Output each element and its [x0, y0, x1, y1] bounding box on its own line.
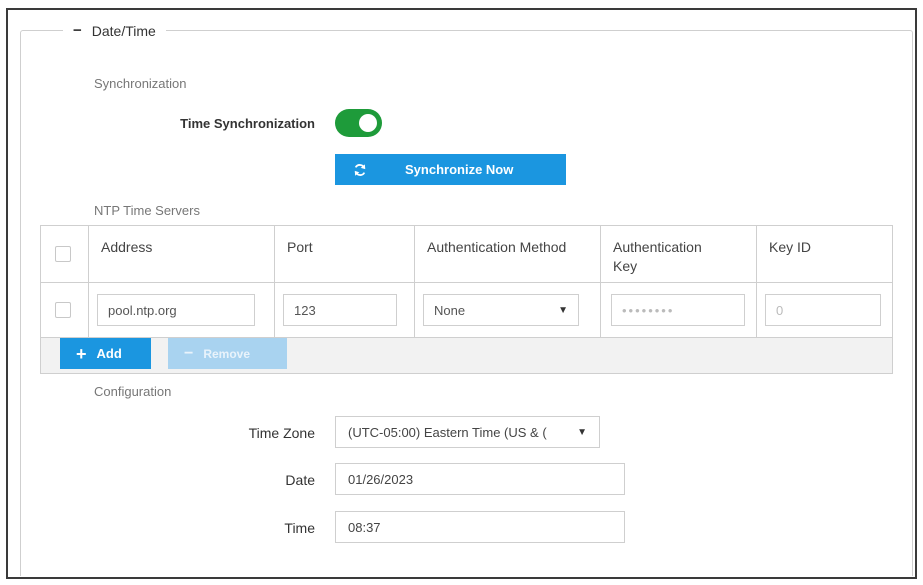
auth-method-cell: None ▼: [415, 283, 601, 337]
time-zone-value: (UTC-05:00) Eastern Time (US & (: [348, 424, 547, 440]
key-id-input[interactable]: 0: [765, 294, 881, 326]
address-input[interactable]: pool.ntp.org: [97, 294, 255, 326]
column-header-key-id: Key ID: [769, 239, 812, 255]
date-input[interactable]: 01/26/2023: [335, 463, 625, 495]
ntp-heading: NTP Time Servers: [94, 203, 200, 218]
ntp-servers-table: Address Port Authentication Method Authe…: [40, 225, 893, 374]
time-zone-select[interactable]: (UTC-05:00) Eastern Time (US & ( ▼: [335, 416, 600, 448]
add-server-button[interactable]: + Add: [60, 338, 151, 369]
time-sync-toggle[interactable]: [335, 109, 382, 137]
collapse-icon[interactable]: −: [73, 22, 82, 39]
column-header-address: Address: [89, 226, 275, 282]
auth-method-value: None: [434, 302, 466, 318]
synchronize-now-button[interactable]: Synchronize Now: [335, 154, 566, 185]
refresh-icon: [354, 163, 366, 176]
time-sync-label: Time Synchronization: [180, 116, 315, 131]
synchronization-heading: Synchronization: [94, 76, 187, 91]
table-actions-bar: + Add − Remove: [41, 338, 892, 373]
column-header-auth-method: Authentication Method: [415, 226, 601, 282]
address-cell: pool.ntp.org: [89, 283, 275, 337]
table-header-row: Address Port Authentication Method Authe…: [41, 226, 892, 283]
auth-method-select[interactable]: None ▼: [423, 294, 579, 326]
configuration-heading: Configuration: [94, 384, 172, 399]
table-row: pool.ntp.org 123 None ▼ •••••••• 0: [41, 283, 892, 338]
column-header-port: Port: [275, 226, 415, 282]
header-checkbox-cell: [41, 226, 89, 282]
add-label: Add: [96, 346, 122, 361]
date-label: Date: [285, 472, 315, 488]
toggle-knob: [359, 114, 377, 132]
caret-down-icon: ▼: [558, 304, 568, 316]
plus-icon: +: [76, 343, 87, 364]
auth-key-cell: ••••••••: [601, 283, 757, 337]
synchronize-now-label: Synchronize Now: [405, 162, 514, 177]
time-label: Time: [284, 520, 315, 536]
auth-key-input[interactable]: ••••••••: [611, 294, 745, 326]
time-input[interactable]: 08:37: [335, 511, 625, 543]
section-title: Date/Time: [91, 22, 156, 39]
remove-server-button[interactable]: − Remove: [168, 338, 287, 369]
minus-icon: −: [184, 344, 194, 362]
row-select-checkbox[interactable]: [55, 302, 71, 318]
select-all-checkbox[interactable]: [55, 246, 71, 262]
date-time-legend[interactable]: − Date/Time: [63, 22, 166, 39]
key-id-cell: 0: [757, 283, 892, 337]
column-header-auth-key: Authentication Key: [601, 226, 757, 282]
time-zone-label: Time Zone: [248, 425, 315, 441]
port-input[interactable]: 123: [283, 294, 397, 326]
port-cell: 123: [275, 283, 415, 337]
row-checkbox-cell: [41, 283, 89, 337]
remove-label: Remove: [203, 346, 251, 361]
caret-down-icon: ▼: [577, 426, 587, 438]
